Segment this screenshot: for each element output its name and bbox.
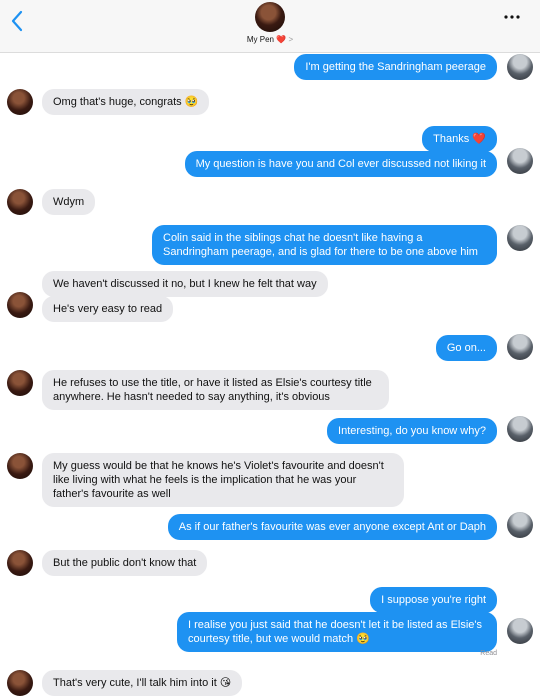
message-bubble-sent[interactable]: I'm getting the Sandringham peerage — [294, 54, 497, 80]
sender-avatar — [507, 148, 533, 174]
sender-avatar — [507, 334, 533, 360]
recipient-avatar — [7, 453, 33, 479]
message-bubble-received[interactable]: He's very easy to read — [42, 296, 174, 322]
chevron-right-icon: > — [288, 35, 294, 44]
sender-avatar — [507, 54, 533, 80]
message-bubble-received[interactable]: My guess would be that he knows he's Vio… — [42, 453, 404, 507]
message-bubble-received[interactable]: Omg that's huge, congrats 🥹 — [42, 89, 210, 115]
message-bubble-sent[interactable]: Interesting, do you know why? — [327, 418, 497, 444]
recipient-avatar — [7, 670, 33, 696]
contact-avatar[interactable] — [255, 2, 285, 32]
back-chevron-icon[interactable] — [8, 8, 28, 34]
recipient-avatar — [7, 292, 33, 318]
contact-name-row[interactable]: My Pen ❤️ > — [0, 35, 540, 44]
message-bubble-sent[interactable]: Go on... — [435, 335, 497, 361]
heart-icon: ❤️ — [276, 35, 287, 44]
message-bubble-received[interactable]: Wdym — [42, 189, 96, 215]
sender-avatar — [507, 225, 533, 251]
sender-avatar — [507, 618, 533, 644]
sender-avatar — [507, 512, 533, 538]
message-bubble-received[interactable]: That's very cute, I'll talk him into it … — [42, 670, 243, 696]
message-bubble-received[interactable]: We haven't discussed it no, but I knew h… — [42, 271, 328, 297]
recipient-avatar — [7, 89, 33, 115]
message-bubble-sent[interactable]: As if our father's favourite was ever an… — [167, 514, 497, 540]
contact-name[interactable]: My Pen — [247, 35, 274, 44]
recipient-avatar — [7, 370, 33, 396]
sender-avatar — [507, 416, 533, 442]
message-bubble-sent[interactable]: I suppose you're right — [370, 587, 497, 613]
recipient-avatar — [7, 550, 33, 576]
recipient-avatar — [7, 189, 33, 215]
message-bubble-received[interactable]: He refuses to use the title, or have it … — [42, 370, 389, 410]
message-bubble-received[interactable]: But the public don't know that — [42, 550, 208, 576]
more-options-icon[interactable] — [504, 14, 520, 20]
message-bubble-sent[interactable]: I realise you just said that he doesn't … — [177, 612, 497, 652]
message-bubble-sent[interactable]: Colin said in the siblings chat he doesn… — [152, 225, 497, 265]
conversation-header: My Pen ❤️ > — [0, 0, 540, 53]
message-bubble-sent[interactable]: My question is have you and Col ever dis… — [184, 151, 497, 177]
message-bubble-sent[interactable]: Thanks ❤️ — [422, 126, 497, 152]
read-receipt: Read — [480, 650, 497, 657]
